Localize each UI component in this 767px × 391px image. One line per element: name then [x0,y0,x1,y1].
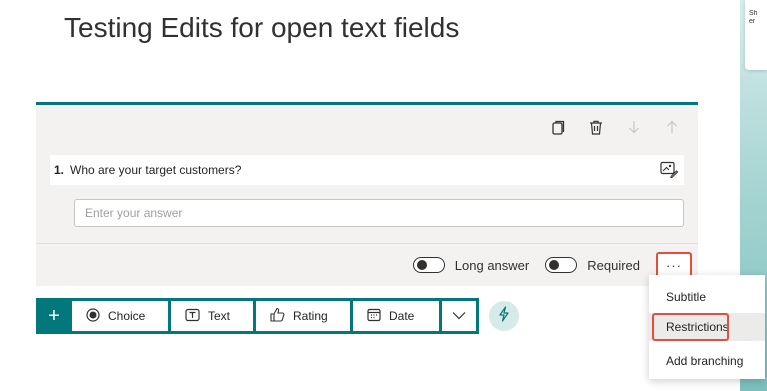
question-card[interactable]: 1. Who are your target customers? Long a… [36,102,698,286]
question-number: 1. [53,163,64,177]
more-types-button[interactable] [442,301,476,331]
date-button[interactable]: Date [353,301,439,331]
side-panel-text: Sh er [749,10,767,26]
rating-label: Rating [293,309,328,323]
side-panel-line-1: Sh [749,10,758,17]
add-question-bar: + Choice Text Rating Date [36,298,479,334]
thumb-up-icon [270,307,285,325]
calendar-icon [367,308,381,325]
restrictions-highlight [652,313,729,341]
add-question-button[interactable]: + [39,301,69,331]
menu-item-add-branching[interactable]: Add branching [649,347,765,375]
question-title-row[interactable]: 1. Who are your target customers? [50,155,684,185]
question-divider [36,243,698,244]
chevron-down-icon [452,307,466,325]
move-down-icon[interactable] [626,119,642,135]
long-answer-toggle[interactable] [412,257,445,273]
copy-icon[interactable] [550,119,566,135]
text-box-icon [185,308,200,325]
delete-icon[interactable] [588,119,604,135]
answer-input[interactable] [74,199,684,227]
insert-media-icon[interactable] [660,161,679,183]
side-panel-card[interactable]: Sh er [745,0,767,70]
text-button[interactable]: Text [171,301,253,331]
question-toolbar [550,119,680,135]
lightning-icon [497,305,511,327]
form-title: Testing Edits for open text fields [64,12,460,43]
required-label: Required [587,257,640,273]
move-up-icon[interactable] [664,119,680,135]
choice-label: Choice [108,309,146,323]
long-answer-label: Long answer [454,257,530,273]
menu-item-subtitle[interactable]: Subtitle [649,283,765,311]
required-toggle[interactable] [545,257,578,273]
date-label: Date [389,309,415,323]
choice-button[interactable]: Choice [72,301,168,331]
rating-button[interactable]: Rating [256,301,350,331]
question-text[interactable]: Who are your target customers? [70,163,241,177]
side-panel-line-2: er [749,18,756,25]
suggestions-button[interactable] [489,301,519,331]
radio-icon [86,307,100,325]
text-label: Text [208,309,231,323]
